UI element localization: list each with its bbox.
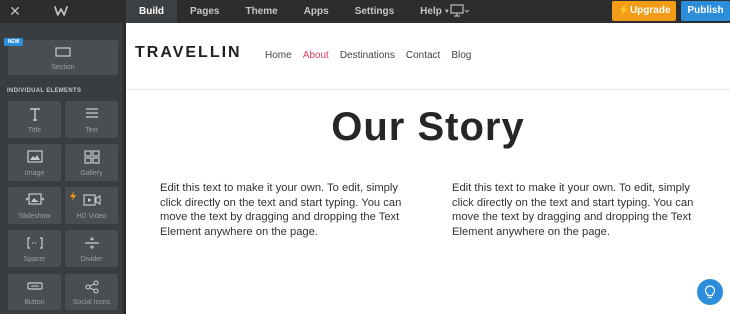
slideshow-icon xyxy=(25,193,44,205)
site-nav: Home About Destinations Contact Blog xyxy=(265,50,471,61)
spacer-icon xyxy=(26,237,43,249)
hd-video-tile-label: HD Video xyxy=(76,213,107,220)
image-icon xyxy=(26,150,43,163)
social-icons-element-tile[interactable]: Social Icons xyxy=(65,274,118,310)
button-tile-label: Button xyxy=(24,299,45,306)
premium-bolt-icon xyxy=(70,191,76,201)
title-tile-label: Title xyxy=(28,127,41,134)
upgrade-button[interactable]: ⚡Upgrade xyxy=(612,1,676,21)
gallery-icon xyxy=(83,150,100,164)
site-canvas: TRAVELLIN Home About Destinations Contac… xyxy=(126,23,730,314)
button-icon xyxy=(26,282,43,290)
upgrade-label: Upgrade xyxy=(629,5,671,16)
title-icon xyxy=(29,108,40,121)
section-icon xyxy=(55,47,71,57)
text-element-right[interactable]: Edit this text to make it your own. To e… xyxy=(452,181,702,239)
nav-item-contact[interactable]: Contact xyxy=(406,50,440,61)
hd-video-element-tile[interactable]: HD Video xyxy=(65,187,118,224)
image-element-tile[interactable]: Image xyxy=(8,144,61,181)
nav-item-about[interactable]: About xyxy=(303,50,329,61)
text-element-left[interactable]: Edit this text to make it your own. To e… xyxy=(160,181,410,239)
title-element-tile[interactable]: Title xyxy=(8,101,61,138)
top-bar-left: ✕ xyxy=(0,0,126,23)
publish-button[interactable]: Publish xyxy=(681,1,730,21)
social-icons-tile-label: Social Icons xyxy=(72,299,111,306)
desktop-monitor-icon[interactable] xyxy=(449,3,471,19)
social-icons-icon xyxy=(84,280,99,294)
gallery-element-tile[interactable]: Gallery xyxy=(65,144,118,181)
lightbulb-icon xyxy=(704,285,716,299)
nav-item-blog[interactable]: Blog xyxy=(451,50,471,61)
tab-theme[interactable]: Theme xyxy=(232,0,290,23)
tab-help-label: Help xyxy=(420,6,442,17)
divider-tile-label: Divider xyxy=(80,256,103,263)
new-badge: NEW xyxy=(4,38,23,46)
section-element-tile[interactable]: Section xyxy=(8,40,118,75)
image-tile-label: Image xyxy=(24,170,45,177)
nav-item-destinations[interactable]: Destinations xyxy=(340,50,395,61)
tab-apps[interactable]: Apps xyxy=(291,0,342,23)
close-icon[interactable]: ✕ xyxy=(8,3,22,19)
weebly-logo-icon[interactable] xyxy=(54,4,68,18)
bolt-icon: ⚡ xyxy=(617,5,630,16)
spacer-element-tile[interactable]: Spacer xyxy=(8,230,61,267)
divider-element-tile[interactable]: Divider xyxy=(65,230,118,267)
button-element-tile[interactable]: Button xyxy=(8,274,61,310)
section-tile-label: Section xyxy=(51,64,75,71)
page-title[interactable]: Our Story xyxy=(126,105,730,150)
text-tile-label: Text xyxy=(85,127,98,134)
tab-settings[interactable]: Settings xyxy=(342,0,407,23)
hd-video-icon xyxy=(82,194,101,206)
editor-tabs: Build Pages Theme Apps Settings Help ▼ xyxy=(126,0,463,23)
divider-icon xyxy=(84,237,99,249)
section-heading: INDIVIDUAL ELEMENTS xyxy=(7,88,82,94)
tab-build[interactable]: Build xyxy=(126,0,177,23)
help-button[interactable] xyxy=(697,279,723,305)
gallery-tile-label: Gallery xyxy=(80,170,103,177)
tab-pages[interactable]: Pages xyxy=(177,0,232,23)
site-brand[interactable]: TRAVELLIN xyxy=(135,44,242,62)
spacer-tile-label: Spacer xyxy=(23,256,46,263)
nav-item-home[interactable]: Home xyxy=(265,50,292,61)
slideshow-element-tile[interactable]: Slideshow xyxy=(8,187,61,224)
text-element-tile[interactable]: Text xyxy=(65,101,118,138)
slideshow-tile-label: Slideshow xyxy=(18,213,51,220)
text-icon xyxy=(85,108,98,118)
site-header: TRAVELLIN Home About Destinations Contac… xyxy=(126,23,730,90)
